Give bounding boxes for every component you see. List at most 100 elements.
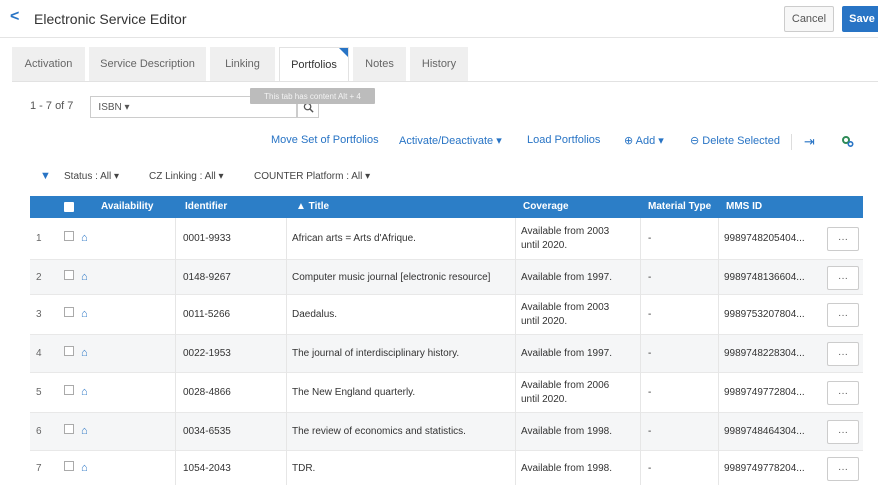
move-set-of-portfolios-link[interactable]: Move Set of Portfolios: [271, 134, 379, 146]
column-title[interactable]: ▲ Title: [296, 201, 329, 212]
counter-platform-filter[interactable]: COUNTER Platform : All ▾: [254, 171, 370, 182]
activate-deactivate-dropdown[interactable]: Activate/Deactivate ▾: [399, 134, 502, 147]
coverage-line: Available from 1998.: [521, 463, 612, 474]
coverage-line: Available from 1998.: [521, 426, 612, 437]
title-cell[interactable]: The review of economics and statistics.: [292, 425, 466, 439]
row-number: 3: [36, 309, 42, 320]
delete-selected-button[interactable]: ⊖ Delete Selected: [690, 134, 780, 147]
title-cell[interactable]: The New England quarterly.: [292, 386, 415, 400]
column-divider: [286, 218, 287, 260]
action-toolbar: Move Set of Portfolios Activate/Deactiva…: [0, 134, 878, 150]
column-divider: [515, 451, 516, 485]
material-type-cell: -: [648, 272, 652, 283]
coverage-cell: Available from 1997.: [521, 271, 631, 285]
home-icon: ⌂: [81, 462, 88, 474]
tab-history[interactable]: History: [410, 47, 468, 81]
export-icon[interactable]: ⇥: [804, 134, 815, 150]
material-type-cell: -: [648, 233, 652, 244]
title-cell[interactable]: Daedalus.: [292, 308, 337, 322]
tab-service-description[interactable]: Service Description: [89, 47, 206, 81]
row-checkbox[interactable]: [64, 231, 74, 241]
column-divider: [718, 413, 719, 451]
row-checkbox[interactable]: [64, 307, 74, 317]
table-row[interactable]: 6 ⌂ 0034-6535 The review of economics an…: [30, 413, 863, 451]
tab-notes[interactable]: Notes: [353, 47, 406, 81]
row-actions-button[interactable]: ···: [827, 420, 859, 444]
table-row[interactable]: 7 ⌂ 1054-2043 TDR. Available from 1998. …: [30, 451, 863, 485]
filter-icon[interactable]: ▼: [40, 170, 51, 182]
status-filter[interactable]: Status : All ▾: [64, 171, 119, 182]
table-row[interactable]: 1 ⌂ 0001-9933 African arts = Arts d'Afri…: [30, 218, 863, 260]
row-checkbox[interactable]: [64, 385, 74, 395]
row-checkbox[interactable]: [64, 424, 74, 434]
row-checkbox[interactable]: [64, 461, 74, 471]
column-divider: [718, 335, 719, 373]
column-divider: [515, 295, 516, 335]
identifier-cell: 0001-9933: [183, 233, 231, 244]
material-type-cell: -: [648, 309, 652, 320]
title-cell[interactable]: TDR.: [292, 462, 315, 476]
tab-content-indicator: [339, 48, 348, 57]
select-all-checkbox[interactable]: [64, 202, 74, 212]
tab-tooltip: This tab has content Alt + 4: [250, 88, 375, 104]
tab-linking[interactable]: Linking: [210, 47, 275, 81]
row-actions-button[interactable]: ···: [827, 266, 859, 290]
coverage-cell: Available from 1997.: [521, 347, 631, 361]
table-row[interactable]: 5 ⌂ 0028-4866 The New England quarterly.…: [30, 373, 863, 413]
table-row[interactable]: 2 ⌂ 0148-9267 Computer music journal [el…: [30, 260, 863, 295]
column-divider: [515, 218, 516, 260]
row-actions-button[interactable]: ···: [827, 381, 859, 405]
table-settings-icon[interactable]: [840, 134, 854, 151]
tab-activation[interactable]: Activation: [12, 47, 85, 81]
table-row[interactable]: 3 ⌂ 0011-5266 Daedalus. Available from 2…: [30, 295, 863, 335]
row-actions-button[interactable]: ···: [827, 227, 859, 251]
home-icon: ⌂: [81, 347, 88, 359]
tab-portfolios[interactable]: Portfolios: [279, 47, 349, 81]
coverage-cell: Available from 2003 until 2020.: [521, 225, 631, 253]
column-divider: [718, 295, 719, 335]
column-divider: [640, 335, 641, 373]
save-button[interactable]: Save: [842, 6, 878, 32]
column-identifier[interactable]: Identifier: [185, 201, 227, 212]
title-cell[interactable]: Computer music journal [electronic resou…: [292, 271, 490, 285]
row-actions-button[interactable]: ···: [827, 303, 859, 327]
column-divider: [640, 373, 641, 413]
table-header: Availability Identifier ▲ Title Coverage…: [30, 196, 863, 218]
coverage-line: until 2020.: [521, 316, 568, 327]
tab-bar: Activation Service Description Linking P…: [12, 47, 472, 81]
cz-linking-filter[interactable]: CZ Linking : All ▾: [149, 171, 224, 182]
column-divider: [640, 413, 641, 451]
mms-id-cell: 9989748228304...: [724, 348, 805, 359]
column-coverage[interactable]: Coverage: [523, 201, 569, 212]
title-cell[interactable]: African arts = Arts d'Afrique.: [292, 232, 416, 246]
page-title: Electronic Service Editor: [34, 11, 187, 27]
column-availability[interactable]: Availability: [101, 201, 153, 212]
row-number: 7: [36, 463, 42, 474]
column-divider: [640, 260, 641, 295]
column-divider: [286, 295, 287, 335]
column-divider: [175, 218, 176, 260]
row-actions-button[interactable]: ···: [827, 342, 859, 366]
identifier-cell: 0148-9267: [183, 272, 231, 283]
row-actions-button[interactable]: ···: [827, 457, 859, 481]
cancel-button[interactable]: Cancel: [784, 6, 834, 32]
column-divider: [515, 260, 516, 295]
column-divider: [286, 373, 287, 413]
column-material-type[interactable]: Material Type: [648, 201, 711, 212]
coverage-line: Available from 2003: [521, 226, 610, 237]
row-checkbox[interactable]: [64, 346, 74, 356]
column-mms-id[interactable]: MMS ID: [726, 201, 762, 212]
mms-id-cell: 9989753207804...: [724, 309, 805, 320]
coverage-line: until 2020.: [521, 394, 568, 405]
load-portfolios-link[interactable]: Load Portfolios: [527, 134, 600, 146]
home-icon: ⌂: [81, 425, 88, 437]
search-type-select[interactable]: ISBN ▾: [90, 96, 138, 118]
delete-selected-label: Delete Selected: [702, 135, 780, 147]
column-divider: [515, 413, 516, 451]
chevron-left-icon[interactable]: <: [10, 8, 19, 26]
row-checkbox[interactable]: [64, 270, 74, 280]
table-row[interactable]: 4 ⌂ 0022-1953 The journal of interdiscip…: [30, 335, 863, 373]
add-dropdown[interactable]: ⊕ Add ▾: [624, 134, 664, 147]
tab-divider: [12, 81, 878, 82]
title-cell[interactable]: The journal of interdisciplinary history…: [292, 347, 459, 361]
